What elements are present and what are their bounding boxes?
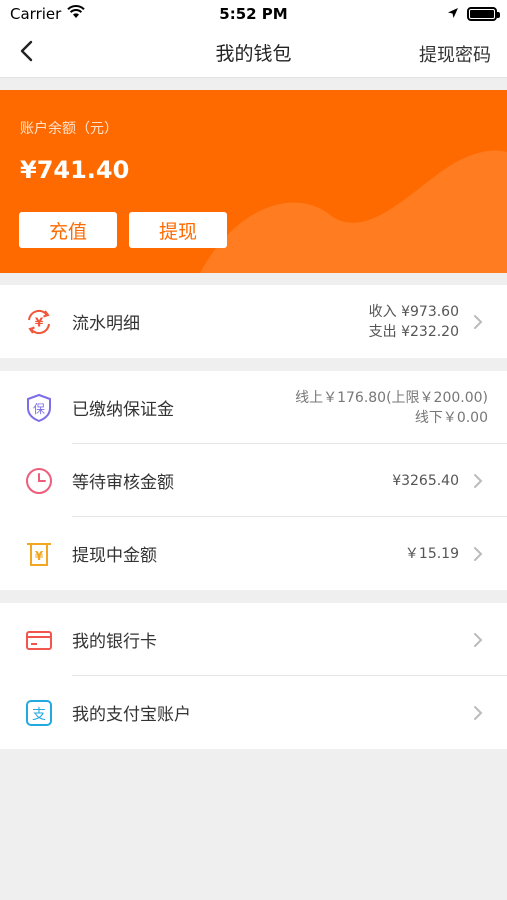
flow-section: ¥ 流水明细 收入 ¥973.60 支出 ¥232.20 — [0, 285, 507, 358]
amounts-section: 保 已缴纳保证金 线上￥176.80(上限￥200.00) 线下￥0.00 等待… — [0, 371, 507, 590]
chevron-left-icon — [19, 40, 33, 66]
yen-exchange-icon: ¥ — [24, 307, 54, 337]
wifi-icon — [67, 5, 86, 23]
deposit-offline: 线下￥0.00 — [414, 409, 488, 426]
accounts-section: 我的银行卡 支 我的支付宝账户 — [0, 603, 507, 749]
withdraw-button[interactable]: 提现 — [129, 212, 227, 248]
alipay-icon: 支 — [24, 698, 54, 728]
status-left: Carrier — [10, 5, 86, 23]
alipay-label: 我的支付宝账户 — [72, 705, 191, 725]
bank-card-row[interactable]: 我的银行卡 — [0, 603, 507, 676]
alipay-row[interactable]: 支 我的支付宝账户 — [0, 676, 507, 749]
location-arrow-icon — [447, 5, 459, 23]
income-value: 收入 ¥973.60 — [368, 303, 459, 320]
svg-text:支: 支 — [32, 707, 46, 723]
flow-detail-row[interactable]: ¥ 流水明细 收入 ¥973.60 支出 ¥232.20 — [0, 285, 507, 358]
bank-card-icon — [24, 625, 54, 655]
pending-label: 等待审核金额 — [72, 473, 174, 493]
shield-bao-icon: 保 — [24, 393, 54, 423]
recharge-button[interactable]: 充值 — [19, 212, 117, 248]
back-button[interactable] — [8, 35, 44, 71]
withdraw-password-button[interactable]: 提现密码 — [419, 41, 491, 67]
chevron-right-icon — [471, 544, 485, 564]
balance-card: 账户余额（元） ¥741.40 充值 提现 — [0, 90, 507, 273]
bank-card-label: 我的银行卡 — [72, 632, 157, 652]
flow-summary: 收入 ¥973.60 支出 ¥232.20 — [369, 302, 459, 342]
yen-receipt-icon: ¥ — [24, 539, 54, 569]
deposit-values: 线上￥176.80(上限￥200.00) 线下￥0.00 — [295, 388, 488, 428]
clock-icon — [24, 466, 54, 496]
flow-detail-label: 流水明细 — [72, 314, 140, 334]
deposit-online: 线上￥176.80(上限￥200.00) — [295, 389, 488, 406]
page-title: 我的钱包 — [215, 43, 292, 65]
chevron-right-icon — [471, 703, 485, 723]
balance-amount: ¥741.40 — [20, 156, 130, 184]
withdrawing-row[interactable]: ¥ 提现中金额 ￥15.19 — [0, 517, 507, 590]
chevron-right-icon — [471, 630, 485, 650]
battery-icon — [467, 7, 500, 21]
withdrawing-label: 提现中金额 — [72, 546, 157, 566]
balance-label: 账户余额（元） — [20, 121, 118, 137]
expense-value: 支出 ¥232.20 — [368, 323, 459, 340]
pending-row[interactable]: 等待审核金额 ¥3265.40 — [0, 444, 507, 517]
svg-text:保: 保 — [33, 402, 45, 416]
chevron-right-icon — [471, 471, 485, 491]
svg-text:¥: ¥ — [35, 316, 44, 330]
chevron-right-icon — [471, 312, 485, 332]
carrier-label: Carrier — [10, 5, 62, 23]
status-right — [447, 5, 500, 23]
battery-fill — [470, 10, 494, 18]
pending-value: ¥3265.40 — [392, 472, 459, 489]
nav-bar: 我的钱包 提现密码 — [0, 28, 507, 78]
svg-text:¥: ¥ — [35, 549, 44, 563]
withdrawing-value: ￥15.19 — [404, 545, 459, 562]
deposit-row: 保 已缴纳保证金 线上￥176.80(上限￥200.00) 线下￥0.00 — [0, 371, 507, 444]
deposit-label: 已缴纳保证金 — [72, 400, 174, 420]
status-bar: Carrier 5:52 PM — [0, 0, 507, 28]
